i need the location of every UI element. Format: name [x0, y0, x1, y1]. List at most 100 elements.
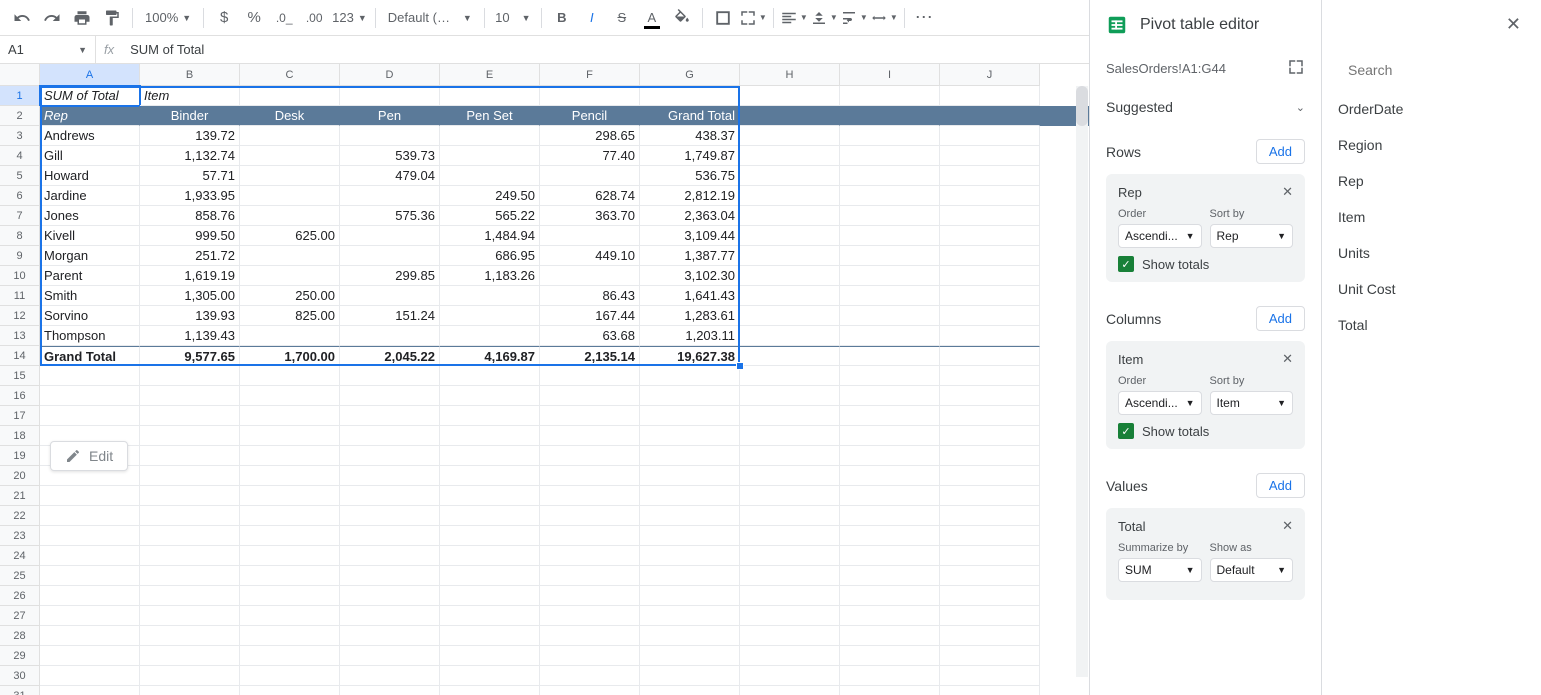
cell[interactable]: 625.00: [240, 226, 340, 246]
cell[interactable]: [340, 446, 440, 466]
cell[interactable]: [840, 266, 940, 286]
cell[interactable]: [740, 486, 840, 506]
cell[interactable]: 1,749.87: [640, 146, 740, 166]
cell[interactable]: [240, 186, 340, 206]
val-summarize-select[interactable]: SUM▼: [1118, 558, 1202, 582]
cell[interactable]: [840, 386, 940, 406]
cell[interactable]: [440, 326, 540, 346]
cell[interactable]: [740, 126, 840, 146]
currency-button[interactable]: $: [210, 4, 238, 32]
column-header[interactable]: I: [840, 64, 940, 86]
cell[interactable]: Jones: [40, 206, 140, 226]
row-header[interactable]: 31: [0, 686, 40, 695]
cell[interactable]: [40, 646, 140, 666]
cell[interactable]: [440, 406, 540, 426]
cell[interactable]: [640, 686, 740, 695]
cell[interactable]: [140, 466, 240, 486]
cell[interactable]: [140, 626, 240, 646]
cell[interactable]: [440, 446, 540, 466]
cell[interactable]: [440, 646, 540, 666]
columns-add-button[interactable]: Add: [1256, 306, 1305, 331]
cell[interactable]: 2,135.14: [540, 346, 640, 366]
cell[interactable]: 3,102.30: [640, 266, 740, 286]
cell[interactable]: [840, 606, 940, 626]
cell[interactable]: 438.37: [640, 126, 740, 146]
cell[interactable]: [240, 686, 340, 695]
cell[interactable]: [440, 306, 540, 326]
cell[interactable]: [340, 586, 440, 606]
cell[interactable]: [940, 166, 1040, 186]
cell[interactable]: 63.68: [540, 326, 640, 346]
cell[interactable]: 249.50: [440, 186, 540, 206]
cell[interactable]: [840, 466, 940, 486]
cell[interactable]: [540, 646, 640, 666]
cell[interactable]: [540, 446, 640, 466]
cell[interactable]: [640, 486, 740, 506]
row-header[interactable]: 10: [0, 266, 40, 286]
cell[interactable]: [540, 506, 640, 526]
cell[interactable]: 1,305.00: [140, 286, 240, 306]
decrease-decimal-button[interactable]: .0_: [270, 4, 298, 32]
row-header[interactable]: 18: [0, 426, 40, 446]
column-header[interactable]: D: [340, 64, 440, 86]
cell[interactable]: [640, 666, 740, 686]
cell[interactable]: 86.43: [540, 286, 640, 306]
cell[interactable]: [540, 606, 640, 626]
column-header[interactable]: H: [740, 64, 840, 86]
row-header[interactable]: 26: [0, 586, 40, 606]
cell[interactable]: [240, 526, 340, 546]
cell[interactable]: [940, 606, 1040, 626]
cell[interactable]: [840, 446, 940, 466]
row-header[interactable]: 20: [0, 466, 40, 486]
cell[interactable]: [740, 466, 840, 486]
row-header[interactable]: 15: [0, 366, 40, 386]
column-header[interactable]: C: [240, 64, 340, 86]
cell[interactable]: [140, 646, 240, 666]
cell[interactable]: [240, 206, 340, 226]
cell[interactable]: [740, 186, 840, 206]
cell[interactable]: [840, 286, 940, 306]
row-header[interactable]: 9: [0, 246, 40, 266]
cell[interactable]: [740, 626, 840, 646]
field-item[interactable]: Unit Cost: [1322, 271, 1541, 307]
cell[interactable]: Andrews: [40, 126, 140, 146]
cell[interactable]: [940, 106, 1040, 126]
field-item[interactable]: Units: [1322, 235, 1541, 271]
cell[interactable]: [740, 606, 840, 626]
cell[interactable]: 77.40: [540, 146, 640, 166]
cell[interactable]: [840, 166, 940, 186]
row-header[interactable]: 2: [0, 106, 40, 126]
cell[interactable]: [440, 546, 540, 566]
cell[interactable]: 449.10: [540, 246, 640, 266]
undo-button[interactable]: [8, 4, 36, 32]
field-item[interactable]: Total: [1322, 307, 1541, 343]
cell[interactable]: [340, 466, 440, 486]
cell[interactable]: [740, 246, 840, 266]
cell[interactable]: [740, 206, 840, 226]
cell[interactable]: Grand Total: [40, 346, 140, 366]
cell[interactable]: [440, 506, 540, 526]
col-show-totals-checkbox[interactable]: ✓: [1118, 423, 1134, 439]
cell[interactable]: 4,169.87: [440, 346, 540, 366]
cell[interactable]: 565.22: [440, 206, 540, 226]
cell[interactable]: [140, 606, 240, 626]
row-header[interactable]: 6: [0, 186, 40, 206]
field-item[interactable]: Rep: [1322, 163, 1541, 199]
cell[interactable]: [740, 646, 840, 666]
cell[interactable]: [40, 506, 140, 526]
print-button[interactable]: [68, 4, 96, 32]
cell[interactable]: [740, 266, 840, 286]
more-formats-button[interactable]: 123▼: [330, 4, 369, 32]
cell[interactable]: 363.70: [540, 206, 640, 226]
cell[interactable]: Pen Set: [440, 106, 540, 126]
cell[interactable]: [440, 566, 540, 586]
cell[interactable]: Howard: [40, 166, 140, 186]
cell[interactable]: [940, 526, 1040, 546]
cell[interactable]: [840, 546, 940, 566]
cell[interactable]: [740, 686, 840, 695]
cell[interactable]: [140, 546, 240, 566]
cell[interactable]: [340, 186, 440, 206]
formula-input[interactable]: SUM of Total: [122, 42, 212, 57]
cell[interactable]: [840, 186, 940, 206]
cell[interactable]: [840, 226, 940, 246]
